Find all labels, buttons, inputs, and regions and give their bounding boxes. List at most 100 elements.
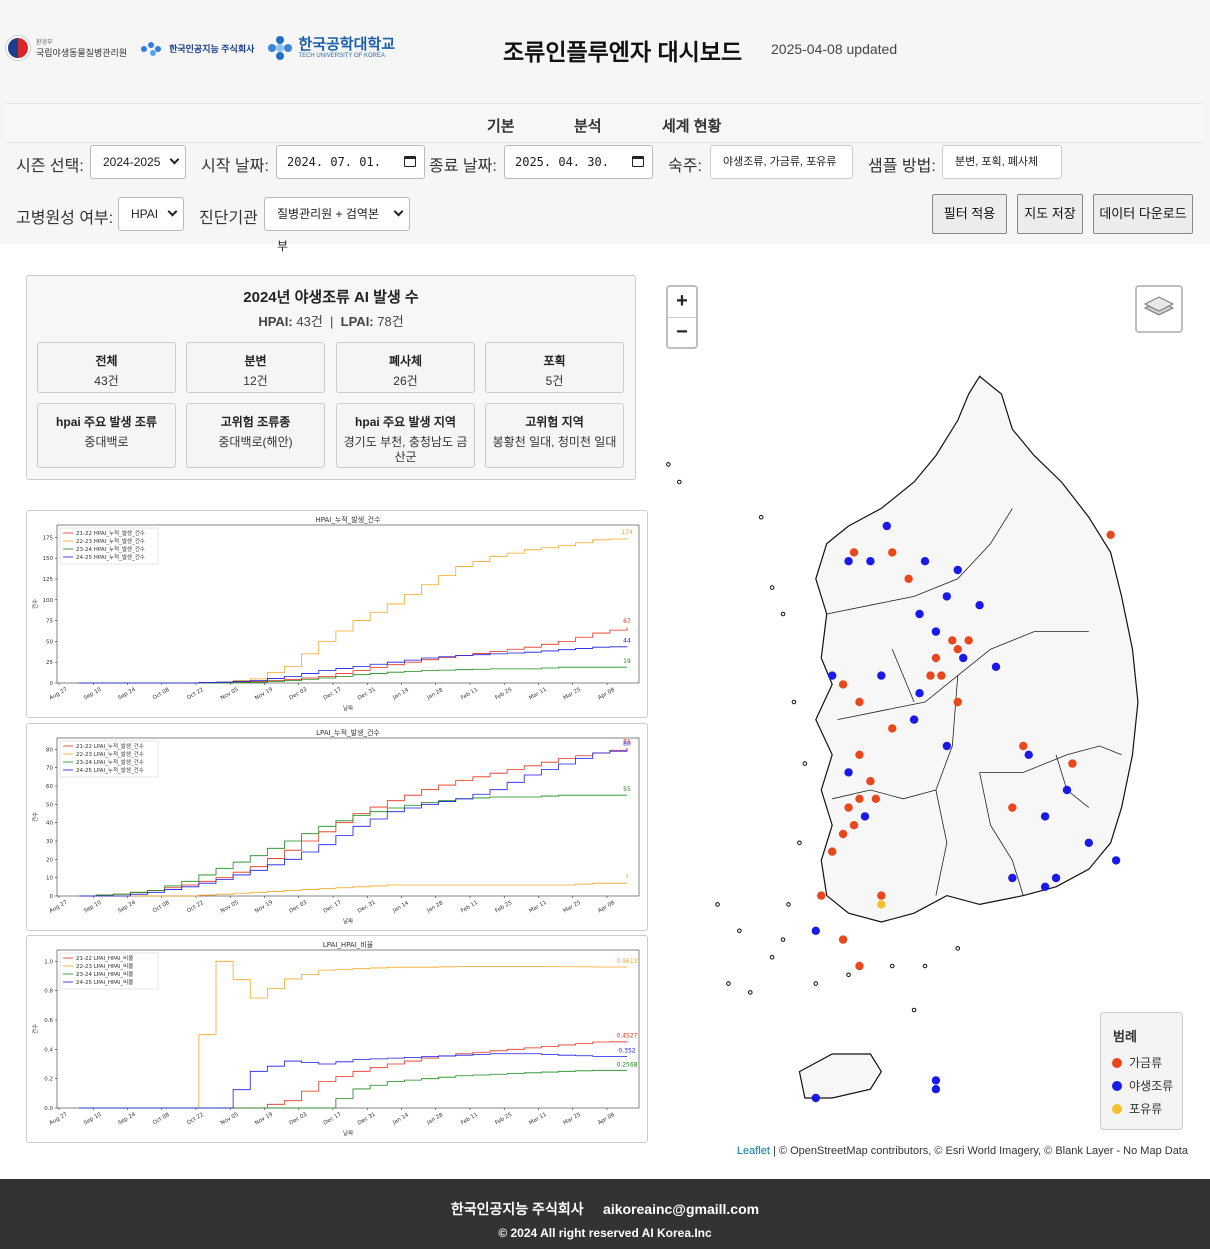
start-date-input[interactable]: 2024. 07. 01. [276,145,425,179]
wild-bird-point[interactable] [915,609,924,619]
mammal-point[interactable] [877,900,886,909]
poultry-point[interactable] [871,794,881,803]
poultry-point[interactable] [926,671,935,680]
poultry-point[interactable] [1019,741,1028,751]
poultry-point[interactable] [937,671,946,680]
map-view[interactable]: + − 범례 가금류 야생조류 포유류 [652,262,1198,1162]
wild-bird-point[interactable] [866,557,875,566]
wild-bird-point[interactable] [827,671,837,680]
wild-bird-point[interactable] [920,557,930,566]
wild-bird-point[interactable] [1111,856,1121,865]
zoom-out-button[interactable]: − [668,317,696,347]
wild-bird-point[interactable] [942,592,952,601]
sample-multiselect[interactable]: 분변, 포획, 폐사체 [942,145,1062,179]
poultry-point[interactable] [953,645,962,654]
wild-bird-point[interactable] [975,601,984,610]
poultry-point[interactable] [964,636,973,645]
apply-filter-button[interactable]: 필터 적용 [932,194,1007,234]
x-axis-label: 날짜 [343,1129,353,1137]
poultry-point[interactable] [1106,530,1115,539]
wild-bird-point[interactable] [959,653,968,663]
poultry-point[interactable] [849,821,859,830]
wild-bird-point[interactable] [877,671,886,680]
wild-bird-point[interactable] [860,812,870,821]
wild-bird-point[interactable] [1084,838,1093,847]
poultry-point[interactable] [1008,803,1017,812]
footer-email[interactable]: aikoreainc@gmaill.com [603,1201,759,1217]
wild-bird-point[interactable] [1040,882,1050,891]
stat-card-title: 고위험 조류종 [220,415,291,429]
logo-nwdc[interactable]: 환경부 국립야생동물질병관리원 [6,36,127,60]
save-map-button[interactable]: 지도 저장 [1017,194,1083,234]
poultry-point[interactable] [838,829,848,839]
poultry-point[interactable] [849,548,859,557]
poultry-point[interactable] [844,803,853,812]
poultry-point[interactable] [866,777,875,786]
poultry-point[interactable] [877,891,886,900]
wild-bird-point[interactable] [931,627,941,636]
wild-bird-point[interactable] [1051,873,1061,883]
poultry-point[interactable] [888,724,897,733]
pathogenicity-select[interactable]: HPAI [118,197,184,231]
x-axis-label: 날짜 [343,704,353,712]
lpai-cumulative-chart-svg: LPAI_누적_발생_건수 0 10 20 30 40 50 60 70 80 Aug 27 Sep … [32,728,640,925]
download-data-button[interactable]: 데이터 다운로드 [1093,194,1193,234]
season-select[interactable]: 2024-2025 [90,145,186,179]
tab-analysis[interactable]: 분석 [574,115,602,136]
poultry-point[interactable] [838,935,848,944]
poultry-point[interactable] [855,697,864,707]
wild-bird-point[interactable] [844,557,853,566]
logo-tech-univ[interactable]: 한국공학대학교 TECH UNIVERSITY OF KOREA [268,36,395,60]
wild-bird-point[interactable] [931,1076,941,1085]
wild-bird-point[interactable] [1024,750,1033,759]
poultry-point[interactable] [888,548,897,557]
stat-card-main-region: hpai 주요 발생 지역 경기도 부천, 충청남도 금산군 [336,403,475,468]
poultry-point[interactable] [931,653,941,663]
logo-ai-korea[interactable]: 한국인공지능 주식회사 [141,40,254,56]
wild-bird-point[interactable] [1040,812,1050,821]
calendar-icon[interactable] [632,156,644,167]
poultry-point[interactable] [855,794,864,803]
island-shape [677,479,682,485]
x-tick-label: Feb 25 [494,900,513,915]
zoom-in-button[interactable]: + [668,287,696,317]
agency-select[interactable]: 질병관리원 + 검역본부 [264,197,410,253]
wild-bird-point[interactable] [811,1093,820,1103]
stat-card-title: hpai 주요 발생 조류 [56,415,157,429]
wild-bird-point[interactable] [942,741,952,751]
chart-title: HPAI_누적_발생_건수 [315,515,381,524]
poultry-point[interactable] [953,697,962,707]
tab-world[interactable]: 세계 현황 [662,115,721,136]
wild-bird-point[interactable] [991,662,1001,671]
season-label: 시즌 선택: [16,158,84,175]
footer: 한국인공지능 주식회사 aikoreainc@gmaill.com © 2024… [0,1179,1210,1249]
poultry-point[interactable] [838,680,848,689]
poultry-point[interactable] [827,847,837,856]
wild-bird-point[interactable] [909,715,919,724]
poultry-point[interactable] [1068,759,1077,768]
poultry-point[interactable] [817,891,826,900]
calendar-icon[interactable] [404,156,416,167]
stat-card-value: 5건 [545,374,564,388]
wild-bird-point[interactable] [1008,873,1017,883]
tab-basic[interactable]: 기본 [487,115,515,136]
end-date-input[interactable]: 2025. 04. 30. [504,145,653,179]
poultry-point[interactable] [948,636,957,645]
wild-bird-point[interactable] [953,565,962,575]
wild-bird-point[interactable] [1062,785,1072,795]
leaflet-link[interactable]: Leaflet [737,1145,770,1157]
wild-bird-point[interactable] [844,768,853,777]
wild-bird-point[interactable] [882,521,891,531]
wild-bird-point[interactable] [811,926,820,935]
korea-map-svg[interactable] [652,262,1198,1142]
poultry-point[interactable] [855,750,864,759]
island-shape [911,1007,917,1013]
wild-bird-point[interactable] [931,1085,941,1094]
poultry-point[interactable] [855,961,864,971]
host-multiselect[interactable]: 야생조류, 가금류, 포유류 [710,145,853,179]
layers-control[interactable] [1135,285,1183,333]
series-end-label: 7 [625,874,629,881]
stat-card-title: 폐사체 [388,354,423,368]
wild-bird-point[interactable] [915,689,924,698]
poultry-point[interactable] [904,574,913,583]
